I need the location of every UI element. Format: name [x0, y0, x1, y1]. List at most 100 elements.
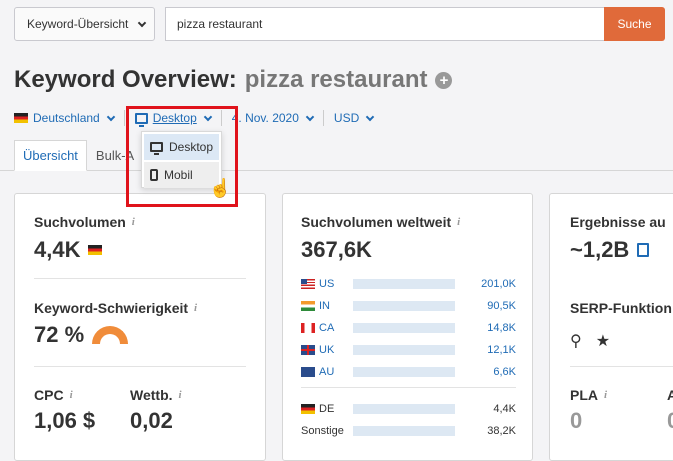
divider	[301, 387, 516, 388]
info-icon[interactable]: i	[604, 389, 607, 401]
germany-flag-icon	[88, 245, 103, 255]
global-volume-label: Suchvolumen weltweit i	[301, 214, 460, 230]
country-code: AU	[319, 366, 335, 378]
card-global-volume: Suchvolumen weltweit i 367,6K US 201,0K …	[282, 193, 533, 461]
card-results: Ergebnisse au ~1,2B SERP-Funktion ⚲ ★ PL…	[549, 193, 673, 461]
country-code: DE	[319, 403, 335, 415]
device-option-desktop[interactable]: Desktop	[144, 134, 219, 160]
country-value: 90,5K	[487, 300, 516, 312]
kd-value-text: 72 %	[34, 322, 85, 347]
chevron-down-icon	[106, 112, 115, 121]
results-value: ~1,2B	[570, 237, 650, 263]
info-icon[interactable]: i	[132, 216, 135, 228]
ca-flag-icon	[301, 323, 315, 333]
card-volume: Suchvolumen i 4,4K Keyword-Schwierigkeit…	[14, 193, 266, 461]
country-row-au[interactable]: AU 6,6K	[301, 365, 516, 379]
title-keyword: pizza restaurant	[244, 66, 428, 93]
country-code: IN	[319, 300, 330, 312]
country-value: 12,1K	[487, 344, 516, 356]
chevron-down-icon	[138, 18, 147, 27]
country-filter-label: Deutschland	[33, 111, 100, 125]
country-row-uk[interactable]: UK 12,1K	[301, 343, 516, 357]
hand-cursor-icon: ☝	[209, 178, 232, 198]
country-bar	[353, 301, 455, 311]
desktop-icon	[150, 142, 163, 155]
country-bar	[353, 404, 455, 414]
country-value: 38,2K	[487, 425, 516, 437]
country-code: UK	[319, 344, 335, 356]
germany-flag-icon	[14, 113, 28, 123]
title-main: Keyword Overview:	[14, 66, 237, 93]
tool-select[interactable]: Keyword-Übersicht	[14, 7, 155, 41]
country-value: 6,6K	[493, 366, 516, 378]
results-value-text: ~1,2B	[570, 237, 630, 262]
country-value: 14,8K	[487, 322, 516, 334]
country-bar	[353, 426, 455, 436]
tab-overview[interactable]: Übersicht	[14, 140, 87, 171]
competition-label: Wettb. i	[130, 387, 182, 403]
info-icon[interactable]: i	[70, 389, 73, 401]
search-input[interactable]: pizza restaurant	[165, 7, 605, 41]
country-row-de: DE 4,4K	[301, 402, 516, 416]
difficulty-gauge-icon	[92, 326, 128, 344]
serp-features-label: SERP-Funktion	[570, 300, 672, 316]
ads-label: A	[667, 387, 673, 403]
currency-filter-label: USD	[333, 111, 360, 125]
tool-select-label: Keyword-Übersicht	[27, 17, 129, 31]
global-volume-label-text: Suchvolumen weltweit	[301, 214, 452, 230]
info-icon[interactable]: i	[194, 302, 197, 314]
cpc-value: 1,06 $	[34, 408, 96, 433]
divider	[34, 278, 246, 279]
germany-flag-icon	[301, 404, 315, 414]
add-icon[interactable]: +	[435, 71, 453, 89]
country-code: CA	[319, 322, 335, 334]
cpc-label: CPC i	[34, 387, 73, 403]
country-row-other: Sonstige 38,2K	[301, 424, 516, 438]
chevron-down-icon	[366, 112, 375, 121]
divider	[123, 110, 125, 126]
serp-icons: ⚲ ★	[570, 331, 610, 351]
country-row-in[interactable]: IN 90,5K	[301, 299, 516, 313]
us-flag-icon	[301, 279, 315, 289]
country-value: 4,4K	[493, 403, 516, 415]
volume-value: 4,4K	[34, 237, 103, 263]
country-row-us[interactable]: US 201,0K	[301, 277, 516, 291]
search-input-value: pizza restaurant	[177, 17, 263, 31]
kd-value: 72 %	[34, 322, 128, 348]
location-pin-icon[interactable]: ⚲	[570, 331, 582, 351]
chevron-down-icon	[305, 112, 315, 121]
country-value: 201,0K	[481, 278, 516, 290]
top-bar: Keyword-Übersicht pizza restaurant Suche	[0, 0, 673, 50]
volume-value-text: 4,4K	[34, 237, 81, 262]
search-button[interactable]: Suche	[604, 7, 665, 41]
kd-label: Keyword-Schwierigkeit i	[34, 300, 197, 316]
competition-value: 0,02	[130, 408, 173, 433]
pla-label-text: PLA	[570, 387, 598, 403]
volume-label-text: Suchvolumen	[34, 214, 126, 230]
global-volume-value: 367,6K	[301, 237, 372, 262]
uk-flag-icon	[301, 345, 315, 355]
au-flag-icon	[301, 367, 315, 377]
device-option-mobile[interactable]: Mobil	[144, 162, 219, 188]
device-option-label: Mobil	[164, 168, 193, 182]
document-icon[interactable]	[637, 243, 650, 257]
country-row-ca[interactable]: CA 14,8K	[301, 321, 516, 335]
volume-label: Suchvolumen i	[34, 214, 135, 230]
in-flag-icon	[301, 301, 315, 311]
tab-bar: Übersicht Bulk-A	[14, 140, 143, 171]
date-filter-label: 4. Nov. 2020	[231, 111, 299, 125]
country-code: Sonstige	[301, 425, 344, 437]
country-filter[interactable]: Deutschland	[14, 111, 115, 125]
divider	[570, 366, 673, 367]
country-bar	[353, 279, 455, 289]
country-bar	[353, 345, 455, 355]
star-icon[interactable]: ★	[596, 331, 610, 351]
info-icon[interactable]: i	[457, 216, 460, 228]
country-bar	[353, 323, 455, 333]
date-filter[interactable]: 4. Nov. 2020	[231, 111, 315, 125]
device-option-label: Desktop	[169, 140, 214, 154]
info-icon[interactable]: i	[179, 389, 182, 401]
pla-value: 0	[570, 408, 583, 433]
currency-filter[interactable]: USD	[333, 111, 375, 125]
page-title: Keyword Overview: pizza restaurant +	[14, 66, 453, 94]
